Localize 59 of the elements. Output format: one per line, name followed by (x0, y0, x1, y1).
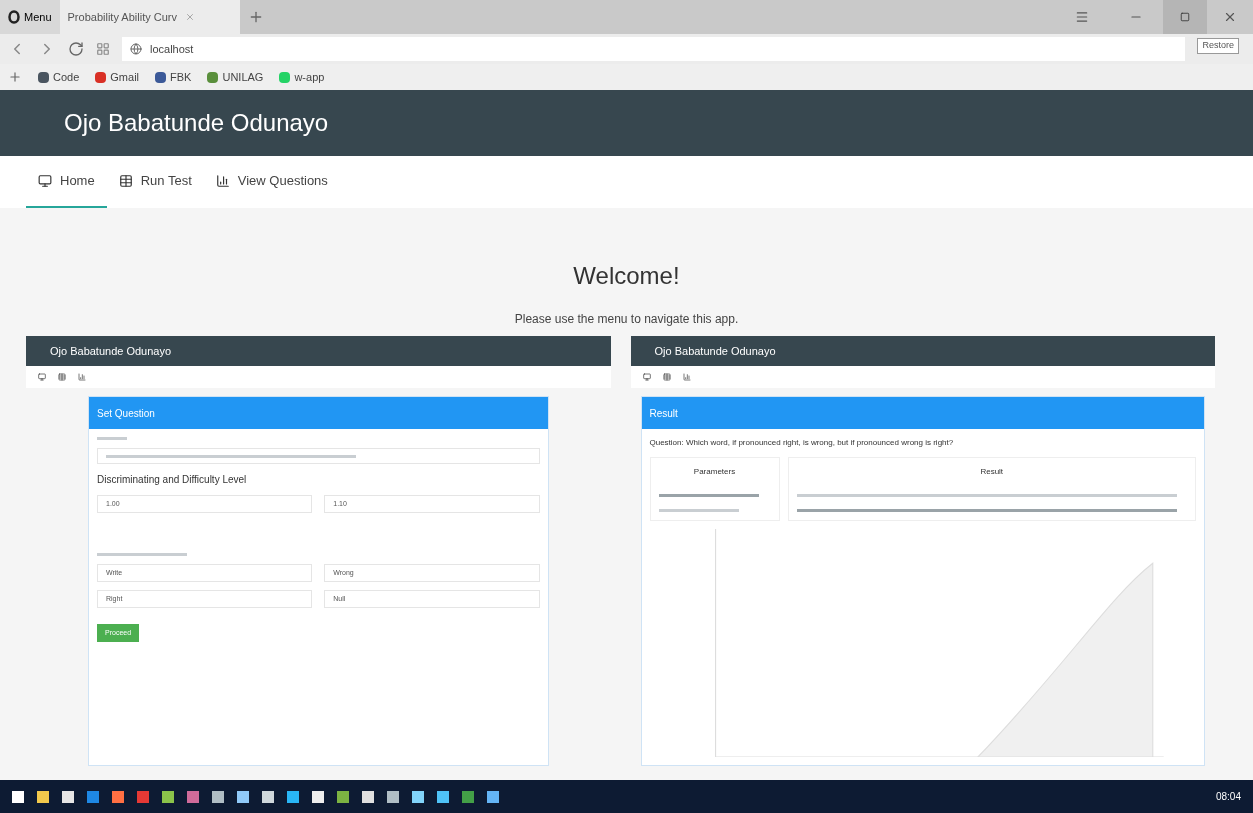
section-heading: Discriminating and Difficulty Level (97, 473, 248, 487)
bookmark[interactable]: UNILAG (207, 68, 264, 86)
subtitle: Please use the menu to navigate this app. (514, 311, 739, 328)
app-icon[interactable] (62, 790, 74, 803)
app-icon[interactable] (487, 790, 499, 803)
app-icon[interactable] (412, 790, 424, 803)
app-icon[interactable] (162, 790, 174, 803)
welcome-heading: Welcome! (573, 261, 680, 291)
app-icon[interactable] (237, 790, 249, 803)
app-icon[interactable] (12, 790, 24, 803)
question-text: Question: Which word, if pronounced right, is wrong, but if pronounced wrong is right? (649, 437, 955, 449)
bar-chart-icon (215, 174, 230, 188)
app-icon[interactable] (312, 790, 324, 803)
app-icon[interactable] (387, 790, 399, 803)
monitor-icon[interactable] (642, 373, 651, 381)
reload-icon[interactable] (68, 41, 84, 57)
text-line (97, 437, 127, 440)
input-field[interactable] (97, 448, 540, 464)
bookmark[interactable]: FBK (155, 68, 192, 86)
card-title: Set Question (97, 406, 155, 421)
card-title: Result (649, 406, 678, 421)
url-text: localhost (150, 41, 194, 57)
table-heading: Result (979, 466, 1005, 478)
app-icon[interactable] (362, 790, 374, 803)
monitor-icon (38, 174, 52, 188)
app-title: Ojo Babatunde Odunayo (64, 108, 329, 138)
nav-tab[interactable]: View Questions (203, 156, 340, 208)
bar-chart-icon[interactable] (78, 373, 86, 381)
app-icon[interactable] (337, 790, 349, 803)
bar-chart-icon[interactable] (682, 373, 691, 381)
address-field[interactable]: localhost (122, 37, 1185, 61)
app-title: Ojo Babatunde Odunayo (654, 343, 776, 359)
app-icon[interactable] (112, 790, 124, 803)
app-icon[interactable] (437, 790, 449, 803)
bookmark[interactable]: Code (38, 68, 80, 86)
bookmark[interactable]: Gmail (95, 68, 140, 86)
app-icon[interactable] (287, 790, 299, 803)
app-title: Ojo Babatunde Odunayo (50, 343, 172, 359)
nav-tab[interactable]: Home (26, 156, 107, 208)
nav-tab[interactable]: Run Test (106, 156, 204, 208)
tooltip: Restore (1197, 38, 1239, 54)
tab-title: Probability Ability Curv (67, 9, 177, 25)
table-icon[interactable] (58, 373, 66, 381)
monitor-icon[interactable] (38, 373, 46, 381)
ring-logo-icon (8, 10, 20, 24)
restore-icon (1180, 12, 1190, 22)
menu-button[interactable]: Menu (0, 0, 60, 34)
app-icon[interactable] (262, 790, 274, 803)
menu-icon[interactable] (1075, 10, 1089, 24)
table-icon (118, 174, 133, 188)
bookmark[interactable]: w-app (279, 68, 325, 86)
clock[interactable]: 08:04 (1215, 789, 1241, 804)
app-icon[interactable] (37, 790, 49, 803)
table-heading: Parameters (692, 466, 737, 478)
table-icon[interactable] (662, 373, 671, 381)
globe-icon (130, 43, 142, 55)
close-icon[interactable] (1223, 10, 1237, 24)
app-icon[interactable] (212, 790, 224, 803)
browser-tab[interactable]: Probability Ability Curv (59, 0, 240, 34)
